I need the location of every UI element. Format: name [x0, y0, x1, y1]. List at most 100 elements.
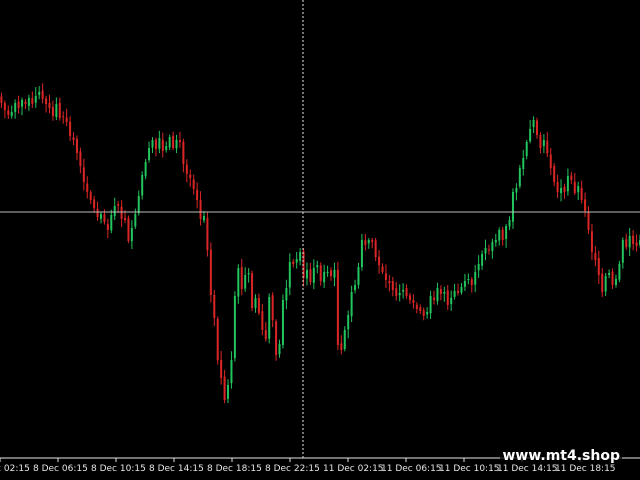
- candle-body: [611, 271, 614, 285]
- candle-body: [285, 288, 288, 301]
- candle-body: [542, 140, 545, 147]
- candle-body: [89, 192, 92, 200]
- candle-body: [398, 293, 401, 296]
- candle-body: [124, 217, 127, 220]
- candle-body: [21, 100, 24, 107]
- candle-body: [254, 298, 257, 308]
- candle-body: [247, 273, 250, 275]
- time-tick-label: 8 Dec 14:15: [149, 464, 204, 474]
- candle-body: [99, 214, 102, 219]
- candle-body: [127, 218, 130, 241]
- candle-body: [309, 269, 312, 282]
- candle-body: [408, 295, 411, 300]
- candle-body: [446, 290, 449, 305]
- price-chart[interactable]: 8 Dec 02:158 Dec 06:158 Dec 10:158 Dec 1…: [0, 0, 640, 480]
- candle-body: [367, 240, 370, 244]
- candle-body: [185, 164, 188, 174]
- candle-body: [529, 129, 532, 142]
- candle-body: [491, 242, 494, 252]
- candle-body: [498, 230, 501, 241]
- candle-body: [227, 385, 230, 399]
- candle-body: [402, 290, 405, 292]
- candle-body: [378, 256, 381, 265]
- candle-body: [357, 267, 360, 285]
- candle-body: [511, 192, 514, 222]
- candle-body: [577, 186, 580, 193]
- candle-body: [144, 162, 147, 177]
- candle-body: [202, 216, 205, 221]
- candle-body: [412, 299, 415, 303]
- candle-body: [130, 228, 133, 242]
- candle-body: [154, 139, 157, 149]
- candle-body: [457, 290, 460, 293]
- candle-body: [48, 102, 51, 108]
- candle-body: [632, 235, 635, 244]
- candle-body: [439, 289, 442, 294]
- candle-body: [360, 240, 363, 268]
- candle-body: [501, 229, 504, 240]
- candle-body: [415, 304, 418, 309]
- candle-body: [429, 296, 432, 314]
- candle-body: [422, 310, 425, 316]
- candle-body: [93, 199, 96, 208]
- candle-body: [264, 330, 267, 339]
- candle-body: [113, 206, 116, 217]
- candle-body: [628, 236, 631, 248]
- candle-body: [546, 140, 549, 153]
- candle-body: [563, 186, 566, 192]
- candle-body: [14, 103, 17, 112]
- candle-body: [271, 295, 274, 320]
- candle-body: [168, 137, 171, 148]
- candle-body: [580, 187, 583, 200]
- candle-body: [288, 262, 291, 288]
- candle-body: [148, 148, 151, 161]
- candle-body: [319, 265, 322, 281]
- candle-body: [34, 96, 37, 103]
- candle-body: [323, 272, 326, 283]
- candle-body: [433, 297, 436, 300]
- candle-body: [275, 321, 278, 355]
- candle-body: [151, 140, 154, 148]
- candle-body: [7, 110, 10, 115]
- candle-body: [82, 167, 85, 182]
- candle-body: [621, 240, 624, 263]
- candle-body: [196, 189, 199, 200]
- candle-body: [608, 273, 611, 276]
- candle-body: [261, 311, 264, 330]
- candle-body: [41, 90, 44, 99]
- candle-body: [515, 188, 518, 193]
- candle-body: [240, 267, 243, 289]
- candle-body: [117, 204, 120, 206]
- candle-body: [443, 292, 446, 294]
- candle-body: [549, 154, 552, 168]
- time-tick-label: 8 Dec 22:15: [265, 464, 320, 474]
- candle-body: [137, 196, 140, 214]
- candle-body: [96, 208, 99, 217]
- candle-body: [347, 315, 350, 330]
- candle-body: [244, 275, 247, 289]
- candle-body: [354, 285, 357, 291]
- candle-body: [251, 273, 254, 308]
- candle-body: [566, 176, 569, 192]
- candle-body: [220, 359, 223, 378]
- candle-body: [0, 96, 3, 103]
- candle-body: [391, 281, 394, 290]
- candle-body: [316, 265, 319, 268]
- candle-body: [31, 98, 34, 104]
- candle-body: [618, 264, 621, 280]
- candle-body: [484, 248, 487, 254]
- chart-window[interactable]: 8 Dec 02:158 Dec 06:158 Dec 10:158 Dec 1…: [0, 0, 640, 480]
- candle-body: [436, 288, 439, 301]
- candle-body: [178, 140, 181, 142]
- candle-body: [388, 281, 391, 283]
- candle-body: [419, 307, 422, 311]
- candle-body: [292, 261, 295, 264]
- candle-body: [625, 239, 628, 247]
- candle-body: [158, 138, 161, 149]
- candle-body: [384, 273, 387, 280]
- candle-body: [584, 199, 587, 211]
- candle-body: [522, 158, 525, 169]
- time-tick-label: 8 Dec 18:15: [207, 464, 262, 474]
- candle-body: [24, 101, 27, 104]
- site-watermark: www.mt4.shop: [500, 448, 622, 464]
